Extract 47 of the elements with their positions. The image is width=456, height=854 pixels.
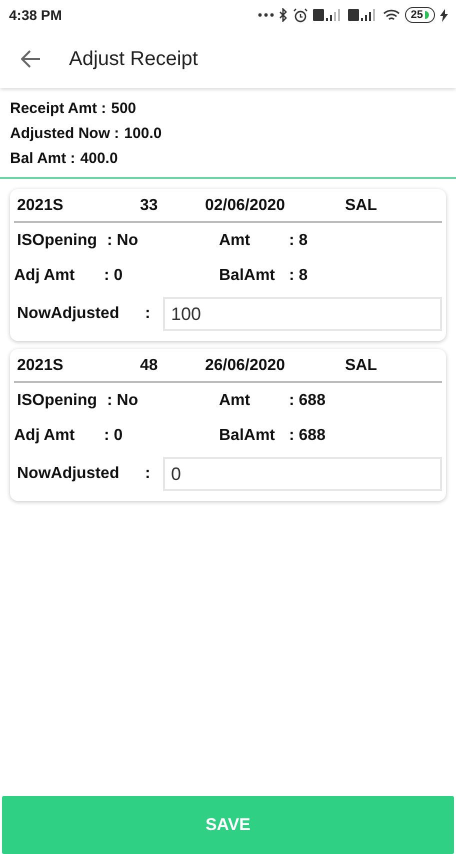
field-label: Amt [219,392,252,410]
bluetooth-icon [278,8,288,22]
field-value: : 0 [104,266,123,284]
status-time: 4:38 PM [9,7,62,23]
header-text: 02/06/2020 [205,197,286,214]
field-value: : 0 [104,426,123,444]
field-value: : No [107,232,138,250]
input-field[interactable]: 100 [163,297,442,331]
summary-label: Adjusted Now : [10,125,120,142]
field-label: NowAdjusted [17,465,120,483]
header-text: 33 [140,197,158,214]
field-value: : 8 [289,232,309,250]
summary-value: 500 [111,100,136,117]
field-label: BalAmt [219,426,276,444]
field-separator: : [145,305,152,323]
wifi-icon [382,8,400,22]
field-label: Adj Amt [14,266,76,284]
field-label: Adj Amt [14,426,76,444]
screen-title: Adjust Receipt [69,48,198,70]
charging-icon [440,8,448,22]
field-value: : 688 [289,426,326,444]
field-value: : 8 [289,266,309,284]
summary-value: 400.0 [80,150,118,167]
field-label: ISOpening [17,232,97,250]
field-label: NowAdjusted [17,305,120,323]
field-label: Amt [219,232,252,250]
more-icon [258,13,274,17]
summary-label: Bal Amt : [10,150,76,167]
header-text: SAL [345,357,377,374]
header-text: 2021S [17,197,64,214]
summary-value: 100.0 [124,125,162,142]
field-value: : No [107,392,138,410]
header-text: SAL [345,197,377,214]
signal-icon [348,8,378,22]
field-label: ISOpening [17,392,97,410]
header-text: 2021S [17,357,64,374]
back-arrow-icon[interactable] [21,50,41,68]
input-field[interactable]: 0 [163,457,442,491]
alarm-icon [292,8,308,22]
header-text: 48 [140,357,158,374]
field-value: : 688 [289,392,326,410]
field-label: BalAmt [219,266,276,284]
signal-icon [312,8,343,22]
field-separator: : [145,465,152,483]
header-text: 26/06/2020 [205,357,286,374]
battery-indicator: 25 [404,7,435,23]
summary-label: Receipt Amt : [10,100,106,117]
